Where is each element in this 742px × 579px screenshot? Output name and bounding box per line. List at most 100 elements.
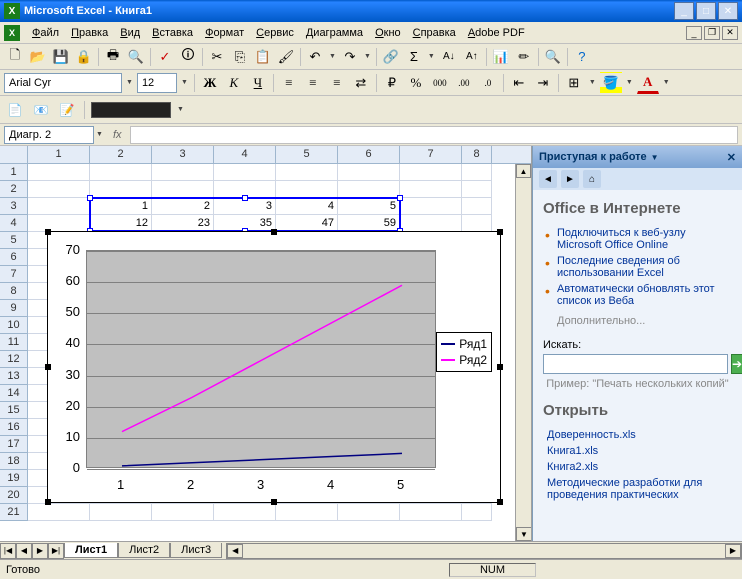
row-header[interactable]: 15 — [0, 402, 28, 419]
menu-вставка[interactable]: Вставка — [146, 25, 199, 41]
row-header[interactable]: 21 — [0, 504, 28, 521]
taskpane-link[interactable]: Подключиться к веб-узлу Microsoft Office… — [557, 227, 686, 251]
row-header[interactable]: 3 — [0, 198, 28, 215]
row-header[interactable]: 6 — [0, 249, 28, 266]
col-header[interactable]: 1 — [28, 146, 90, 163]
row-header[interactable]: 8 — [0, 283, 28, 300]
cell[interactable] — [400, 215, 462, 232]
chart-legend[interactable]: Ряд1Ряд2 — [436, 332, 492, 372]
pdf-email-icon[interactable]: 📧 — [30, 99, 52, 121]
tab-nav-button[interactable]: |◀ — [0, 543, 16, 559]
cell[interactable] — [152, 164, 214, 181]
recent-file-link[interactable]: Книга2.xls — [547, 461, 598, 473]
row-header[interactable]: 16 — [0, 419, 28, 436]
cell[interactable] — [400, 181, 462, 198]
menu-правка[interactable]: Правка — [65, 25, 114, 41]
cell[interactable] — [28, 198, 90, 215]
cell[interactable]: 35 — [214, 215, 276, 232]
cell[interactable]: 4 — [276, 198, 338, 215]
row-header[interactable]: 4 — [0, 215, 28, 232]
spelling-icon[interactable]: ✓ — [154, 46, 176, 68]
cell[interactable] — [462, 181, 492, 198]
cell[interactable] — [338, 181, 400, 198]
cell[interactable] — [276, 504, 338, 521]
cell[interactable] — [28, 504, 90, 521]
tab-nav-button[interactable]: ◀ — [16, 543, 32, 559]
recent-file-link[interactable]: Книга1.xls — [547, 445, 598, 457]
task-pane-forward-icon[interactable]: ► — [561, 170, 579, 188]
horizontal-scrollbar[interactable]: ◀ ▶ — [226, 543, 742, 559]
print-icon[interactable]: 🖶 — [102, 46, 124, 68]
cell[interactable] — [28, 164, 90, 181]
chart-plot-area[interactable] — [86, 250, 436, 468]
select-all-corner[interactable] — [0, 146, 28, 163]
line-style-select[interactable] — [91, 102, 171, 118]
task-pane-back-icon[interactable]: ◄ — [539, 170, 557, 188]
close-button[interactable]: ✕ — [718, 2, 738, 20]
cell[interactable] — [276, 181, 338, 198]
row-header[interactable]: 2 — [0, 181, 28, 198]
currency-icon[interactable]: ₽ — [381, 72, 403, 94]
col-header[interactable]: 5 — [276, 146, 338, 163]
chart-wizard-icon[interactable]: 📊 — [490, 46, 512, 68]
menu-формат[interactable]: Формат — [199, 25, 250, 41]
font-size-select[interactable] — [137, 73, 177, 93]
borders-icon[interactable]: ⊞ — [563, 72, 585, 94]
row-header[interactable]: 5 — [0, 232, 28, 249]
cell[interactable]: 1 — [90, 198, 152, 215]
taskpane-link[interactable]: Последние сведения об использовании Exce… — [557, 255, 680, 279]
mdi-restore-button[interactable]: ❐ — [704, 26, 720, 40]
task-pane-home-icon[interactable]: ⌂ — [583, 170, 601, 188]
menu-вид[interactable]: Вид — [114, 25, 146, 41]
sheet-tab[interactable]: Лист3 — [170, 543, 222, 558]
col-header[interactable]: 4 — [214, 146, 276, 163]
align-left-icon[interactable]: ≡ — [278, 72, 300, 94]
fx-icon[interactable]: fx — [113, 129, 122, 141]
row-header[interactable]: 12 — [0, 351, 28, 368]
legend-item[interactable]: Ряд2 — [441, 352, 487, 368]
comma-icon[interactable]: 000 — [429, 72, 451, 94]
decrease-indent-icon[interactable]: ⇤ — [508, 72, 530, 94]
bold-button[interactable]: Ж — [199, 72, 221, 94]
menu-справка[interactable]: Справка — [407, 25, 462, 41]
col-header[interactable]: 8 — [462, 146, 492, 163]
mdi-minimize-button[interactable]: _ — [686, 26, 702, 40]
cell[interactable] — [338, 164, 400, 181]
cell[interactable]: 12 — [90, 215, 152, 232]
cell[interactable] — [90, 181, 152, 198]
worksheet-area[interactable]: 12345678 1234567891011121314151617181920… — [0, 146, 532, 541]
cell[interactable] — [28, 215, 90, 232]
row-header[interactable]: 11 — [0, 334, 28, 351]
tab-nav-button[interactable]: ▶| — [48, 543, 64, 559]
col-header[interactable]: 7 — [400, 146, 462, 163]
font-name-select[interactable] — [4, 73, 122, 93]
percent-icon[interactable]: % — [405, 72, 427, 94]
more-link[interactable]: Дополнительно... — [557, 315, 732, 327]
save-icon[interactable]: 💾 — [50, 46, 72, 68]
cell[interactable]: 3 — [214, 198, 276, 215]
menu-сервис[interactable]: Сервис — [250, 25, 300, 41]
copy-icon[interactable]: ⎘ — [229, 46, 251, 68]
row-header[interactable]: 17 — [0, 436, 28, 453]
italic-button[interactable]: К — [223, 72, 245, 94]
name-box-dropdown[interactable]: ▼ — [94, 131, 105, 138]
name-box[interactable] — [4, 126, 94, 144]
print-preview-icon[interactable]: 🔍 — [125, 46, 147, 68]
merge-center-icon[interactable]: ⇄ — [350, 72, 372, 94]
cell[interactable] — [462, 504, 492, 521]
cell[interactable] — [462, 164, 492, 181]
cell[interactable] — [152, 504, 214, 521]
col-header[interactable]: 6 — [338, 146, 400, 163]
search-input[interactable] — [543, 354, 728, 374]
cell[interactable] — [214, 504, 276, 521]
drawing-icon[interactable]: ✏ — [513, 46, 535, 68]
cell[interactable] — [400, 198, 462, 215]
maximize-button[interactable]: □ — [696, 2, 716, 20]
col-header[interactable]: 2 — [90, 146, 152, 163]
align-right-icon[interactable]: ≡ — [326, 72, 348, 94]
row-header[interactable]: 20 — [0, 487, 28, 504]
cell[interactable]: 2 — [152, 198, 214, 215]
task-pane-dropdown-icon[interactable]: ▼ — [651, 153, 659, 162]
col-header[interactable]: 3 — [152, 146, 214, 163]
sort-desc-icon[interactable]: A↑ — [461, 46, 483, 68]
